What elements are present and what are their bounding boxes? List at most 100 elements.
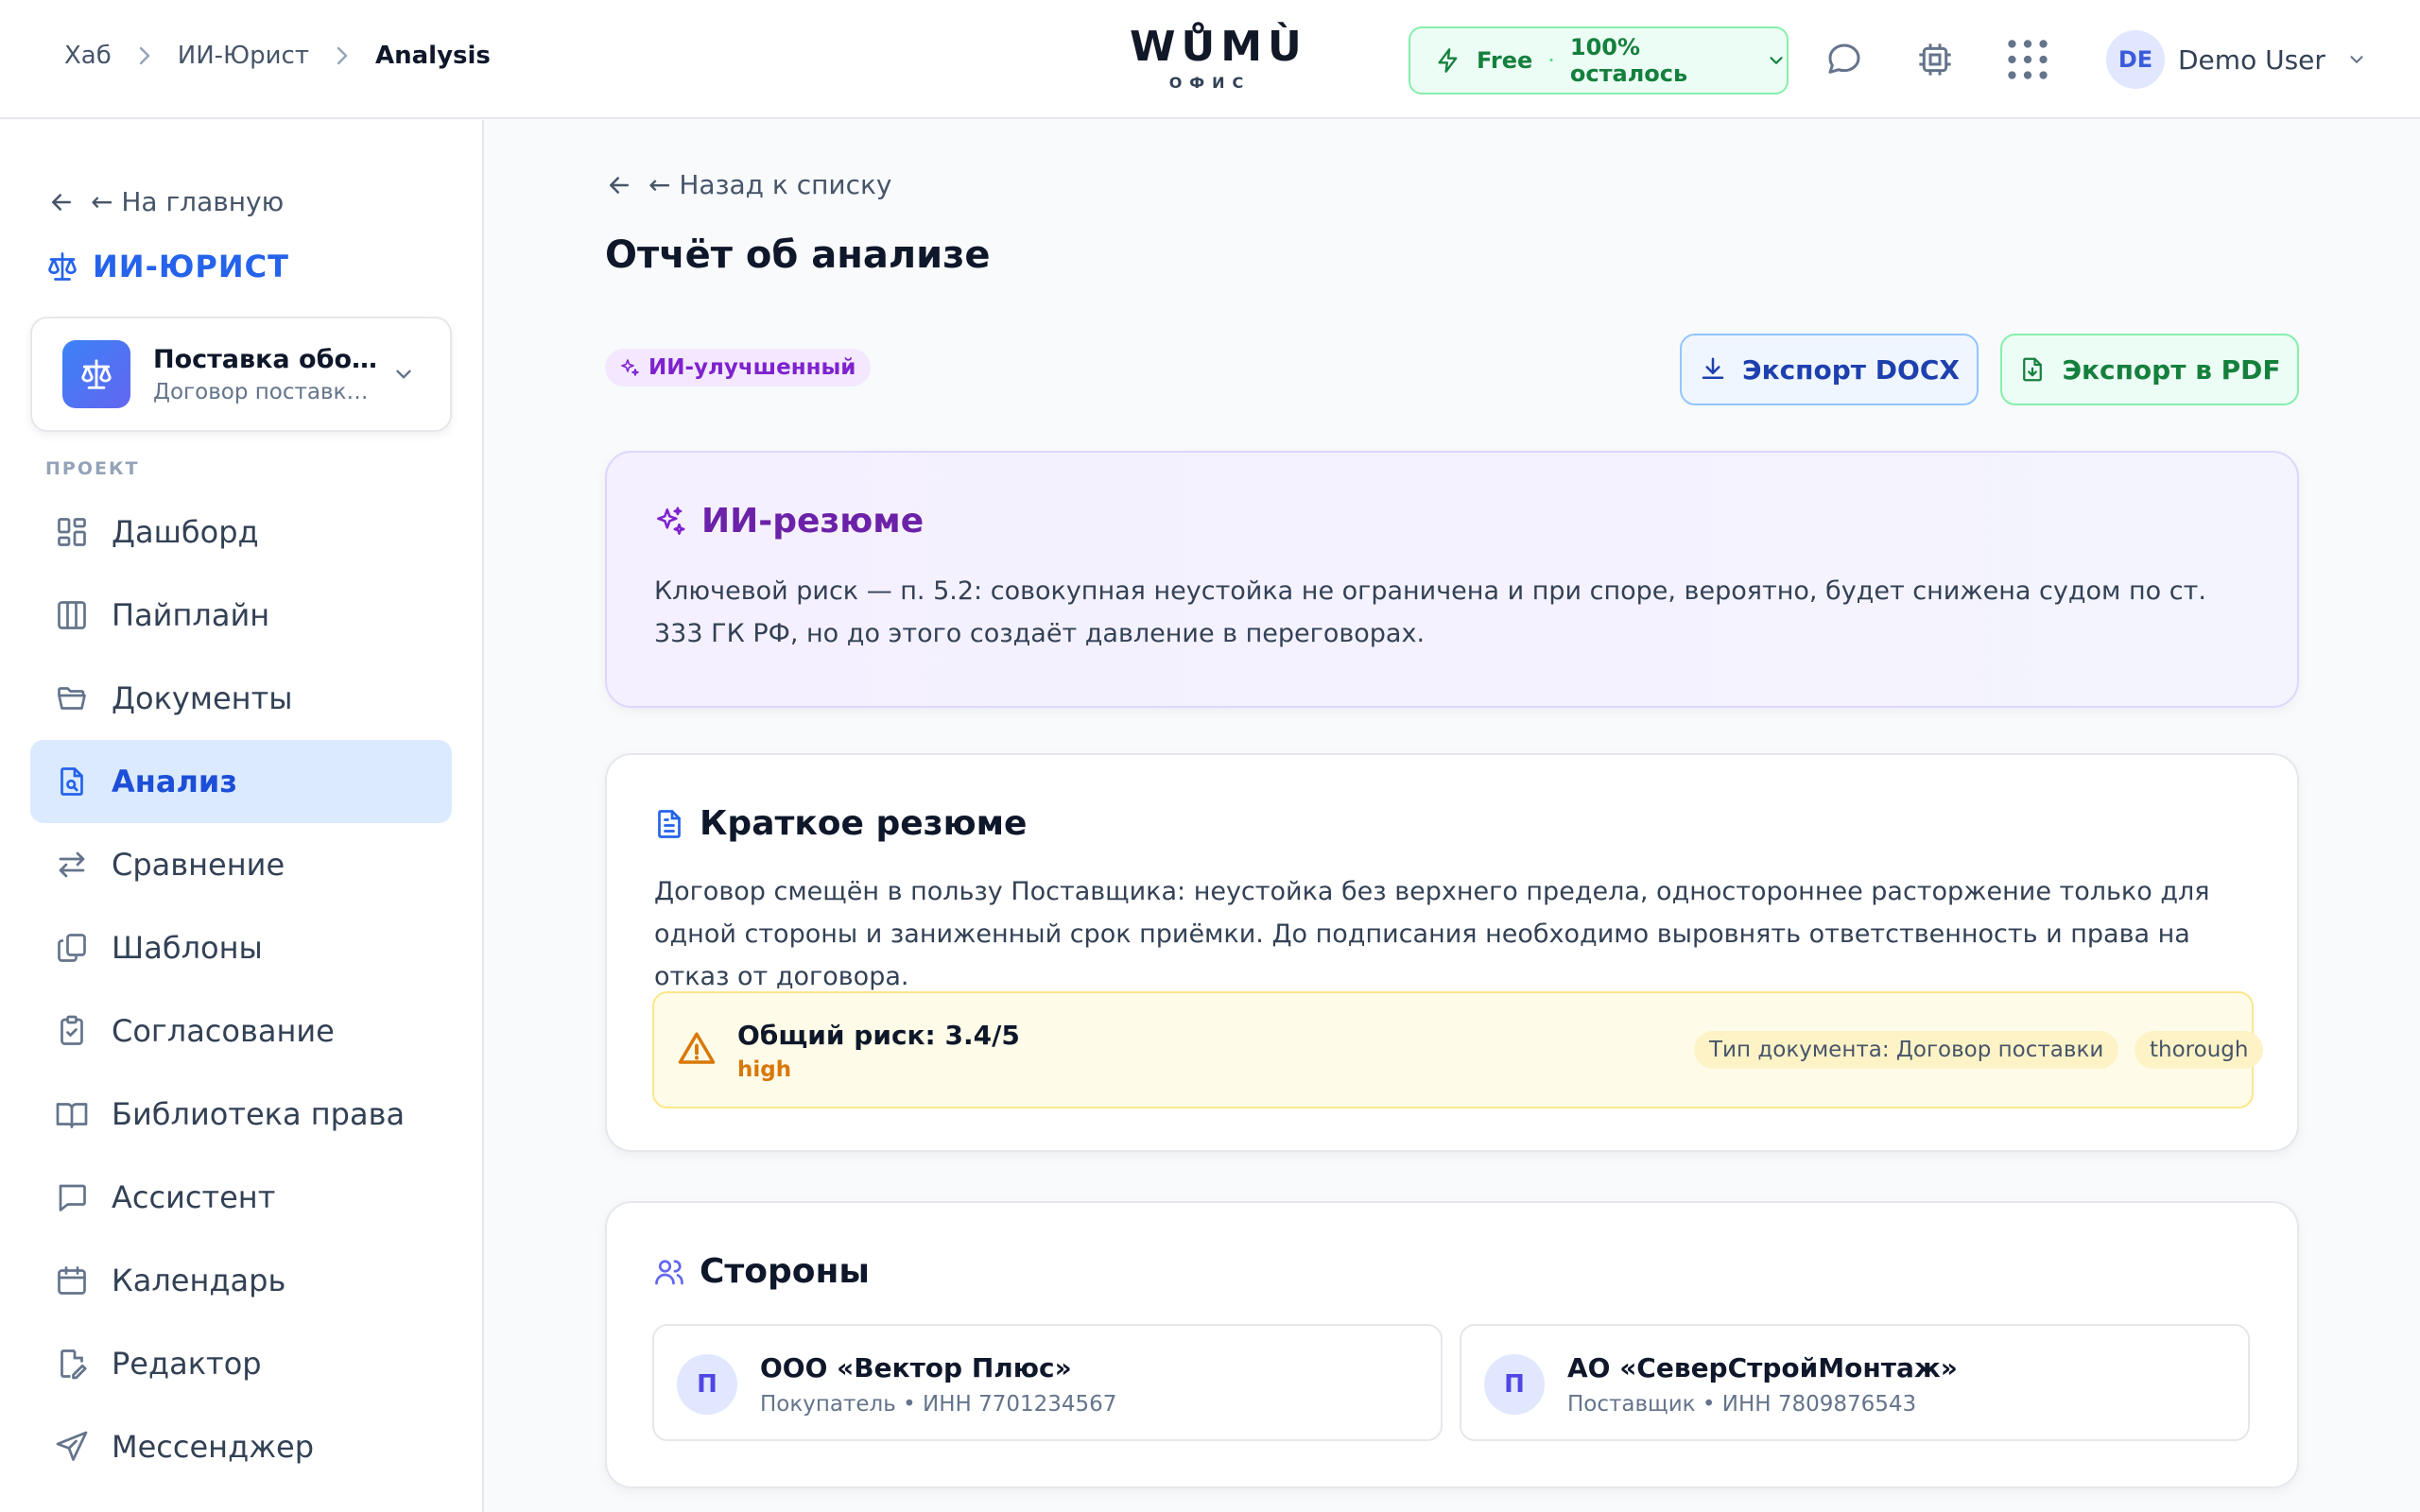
plan-separator: · xyxy=(1547,47,1555,74)
sidebar-item-compare[interactable]: Сравнение xyxy=(30,823,452,906)
columns-icon xyxy=(53,596,91,634)
back-home-link[interactable]: ← На главную xyxy=(47,186,284,217)
sidebar-item-messenger[interactable]: Мессенджер xyxy=(30,1405,452,1488)
sidebar-item-label: Дашборд xyxy=(112,514,259,550)
sidebar: ← На главную ИИ-ЮРИСТ Поставка обор... Д… xyxy=(0,120,484,1512)
party-avatar: П xyxy=(677,1354,737,1415)
plan-pill[interactable]: Free · 100% осталось xyxy=(1409,26,1789,94)
file-search-icon xyxy=(53,763,91,800)
party-role: Поставщик • ИНН 7809876543 xyxy=(1567,1392,1917,1417)
party-name: ООО «Вектор Плюс» xyxy=(760,1352,1072,1383)
overall-risk-score: Общий риск: 3.4/5 xyxy=(737,1020,1020,1051)
grid-icon xyxy=(53,513,91,551)
top-bar: Хаб ИИ-Юрист Analysis WŮMÙ ОФИС Free · 1… xyxy=(0,0,2420,119)
project-avatar xyxy=(62,340,130,408)
document-type-chip: Тип документа: Договор поставки xyxy=(1694,1031,2119,1069)
party-name: АО «СеверСтройМонтаж» xyxy=(1567,1352,1958,1383)
sidebar-item-label: Ассистент xyxy=(112,1179,276,1215)
book-icon xyxy=(53,1095,91,1133)
chevron-right-icon xyxy=(138,45,151,66)
logo-word: WŮMÙ xyxy=(1130,23,1307,71)
parties-title: Стороны xyxy=(700,1252,870,1291)
ai-enhanced-label: ИИ-улучшенный xyxy=(648,355,856,380)
sparkles-icon xyxy=(652,504,688,540)
users-icon xyxy=(652,1255,686,1289)
sidebar-item-label: Сравнение xyxy=(112,847,285,883)
sidebar-item-label: Мессенджер xyxy=(112,1429,315,1465)
sidebar-item-label: Шаблоны xyxy=(112,930,263,966)
back-to-list-label: ← Назад к списку xyxy=(648,169,892,200)
apps-grid-icon[interactable] xyxy=(2006,38,2049,81)
parties-header: Стороны xyxy=(652,1252,870,1291)
party-role: Покупатель • ИНН 7701234567 xyxy=(760,1392,1117,1417)
module-brand-label: ИИ-ЮРИСТ xyxy=(93,249,289,284)
export-pdf-button[interactable]: Экспорт в PDF xyxy=(2000,334,2299,405)
chat-bubble-icon[interactable] xyxy=(1823,38,1866,81)
arrow-left-icon xyxy=(605,171,633,199)
sidebar-item-analysis[interactable]: Анализ xyxy=(30,740,452,823)
sidebar-nav: Дашборд Пайплайн Документы Анализ Сравне… xyxy=(30,490,452,1488)
chevron-down-icon xyxy=(391,362,416,387)
breadcrumb: Хаб ИИ-Юрист Analysis xyxy=(64,42,491,70)
chevron-right-icon xyxy=(336,45,349,66)
sidebar-item-approval[interactable]: Согласование xyxy=(30,989,452,1073)
file-text-icon xyxy=(652,807,686,841)
short-summary-header: Краткое резюме xyxy=(652,804,1027,843)
sidebar-item-assistant[interactable]: Ассистент xyxy=(30,1156,452,1239)
sidebar-item-editor[interactable]: Редактор xyxy=(30,1322,452,1405)
chip-icon[interactable] xyxy=(1913,38,1957,81)
arrows-icon xyxy=(53,846,91,884)
module-brand: ИИ-ЮРИСТ xyxy=(45,249,289,284)
short-summary-title: Краткое резюме xyxy=(700,804,1028,843)
logo-sub: ОФИС xyxy=(1168,74,1252,92)
user-name: Demo User xyxy=(2178,43,2325,76)
project-selector[interactable]: Поставка обор... Договор поставки... xyxy=(30,317,452,432)
short-summary-text: Договор смещён в пользу Поставщика: неус… xyxy=(654,877,2210,991)
page-title: Отчёт об анализе xyxy=(605,233,991,277)
ai-summary-card: ИИ-резюме Ключевой риск — п. 5.2: совоку… xyxy=(605,451,2299,708)
risk-level: high xyxy=(737,1057,792,1082)
bolt-icon xyxy=(1435,47,1461,74)
ai-summary-header: ИИ-резюме xyxy=(652,502,924,541)
chevron-down-icon xyxy=(2346,49,2367,70)
sidebar-item-label: Библиотека права xyxy=(112,1096,406,1132)
clipboard-check-icon xyxy=(53,1012,91,1050)
party-avatar: П xyxy=(1484,1354,1545,1415)
sidebar-item-templates[interactable]: Шаблоны xyxy=(30,906,452,989)
sidebar-item-label: Редактор xyxy=(112,1346,262,1382)
short-summary-card: Краткое резюме Договор смещён в пользу П… xyxy=(605,753,2299,1152)
copy-icon xyxy=(53,929,91,967)
sidebar-item-dashboard[interactable]: Дашборд xyxy=(30,490,452,574)
app-logo[interactable]: WŮMÙ ОФИС xyxy=(1130,23,1307,93)
sidebar-item-label: Календарь xyxy=(112,1263,286,1298)
plan-name: Free xyxy=(1477,47,1533,74)
sidebar-item-label: Согласование xyxy=(112,1013,335,1049)
sidebar-item-label: Анализ xyxy=(112,764,237,799)
sidebar-item-label: Пайплайн xyxy=(112,597,270,633)
plan-remaining: 100% осталось xyxy=(1569,34,1688,87)
back-to-list-link[interactable]: ← Назад к списку xyxy=(605,169,891,200)
chat-icon xyxy=(53,1178,91,1216)
ai-enhanced-badge: ИИ-улучшенный xyxy=(605,349,872,387)
scales-icon xyxy=(78,356,114,392)
project-title: Поставка обор... xyxy=(153,344,380,374)
sparkles-icon xyxy=(618,356,641,379)
avatar: DE xyxy=(2106,30,2165,89)
download-icon xyxy=(1699,355,1727,384)
export-pdf-label: Экспорт в PDF xyxy=(2062,353,2281,386)
file-download-icon xyxy=(2018,355,2047,384)
breadcrumb-ai-lawyer[interactable]: ИИ-Юрист xyxy=(178,42,309,70)
export-docx-button[interactable]: Экспорт DOCX xyxy=(1680,334,1979,405)
party-card-buyer[interactable]: П ООО «Вектор Плюс» Покупатель • ИНН 770… xyxy=(652,1324,1443,1441)
export-docx-label: Экспорт DOCX xyxy=(1742,353,1960,386)
chevron-down-icon xyxy=(1766,50,1787,71)
user-menu[interactable]: DE Demo User xyxy=(2106,30,2367,89)
sidebar-item-pipeline[interactable]: Пайплайн xyxy=(30,574,452,657)
breadcrumb-hub[interactable]: Хаб xyxy=(64,42,112,70)
sidebar-item-law-library[interactable]: Библиотека права xyxy=(30,1073,452,1156)
section-label: ПРОЕКТ xyxy=(45,458,140,479)
sidebar-item-documents[interactable]: Документы xyxy=(30,657,452,740)
party-card-supplier[interactable]: П АО «СеверСтройМонтаж» Поставщик • ИНН … xyxy=(1460,1324,2250,1441)
scales-icon xyxy=(45,249,79,284)
sidebar-item-calendar[interactable]: Календарь xyxy=(30,1239,452,1322)
